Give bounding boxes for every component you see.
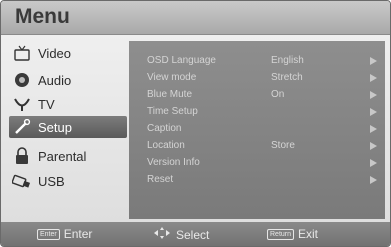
setting-value: English bbox=[271, 55, 304, 66]
sidebar-item-label: Setup bbox=[38, 119, 72, 135]
footer-hints: Enter Enter Select Return Exit bbox=[1, 222, 390, 246]
menu-title: Menu bbox=[15, 5, 70, 28]
setting-label: View mode bbox=[147, 72, 197, 83]
setting-row-caption[interactable]: Caption bbox=[129, 121, 385, 137]
setup-panel: OSD Language English View mode Stretch B… bbox=[129, 41, 385, 219]
setting-row-blue-mute[interactable]: Blue Mute On bbox=[129, 87, 385, 103]
wrench-icon bbox=[12, 118, 32, 136]
setting-value: On bbox=[271, 89, 285, 100]
setting-row-osd-language[interactable]: OSD Language English bbox=[129, 53, 385, 69]
sidebar-item-video[interactable]: Video bbox=[9, 42, 127, 64]
arrow-right-icon bbox=[370, 108, 377, 116]
arrow-right-icon bbox=[370, 125, 377, 133]
setting-row-view-mode[interactable]: View mode Stretch bbox=[129, 70, 385, 86]
arrow-right-icon bbox=[370, 159, 377, 167]
enter-hint: Enter Enter bbox=[37, 227, 92, 241]
setting-row-time-setup[interactable]: Time Setup bbox=[129, 104, 385, 120]
title-bar: Menu bbox=[1, 1, 390, 35]
enter-key-badge: Enter bbox=[37, 228, 60, 240]
select-hint: Select bbox=[153, 227, 209, 242]
menu-window: Menu Video Audio TV Setup Parental USB O… bbox=[0, 0, 391, 247]
exit-hint: Return Exit bbox=[267, 227, 318, 241]
speaker-icon bbox=[12, 71, 32, 89]
setting-row-reset[interactable]: Reset bbox=[129, 172, 385, 188]
setting-label: Time Setup bbox=[147, 106, 198, 117]
sidebar-item-label: Parental bbox=[38, 148, 87, 164]
setting-value: Stretch bbox=[271, 72, 303, 83]
setting-label: OSD Language bbox=[147, 55, 216, 66]
lock-icon bbox=[12, 147, 32, 165]
setting-label: Reset bbox=[147, 174, 174, 185]
sidebar-item-parental[interactable]: Parental bbox=[9, 145, 127, 167]
sidebar-item-audio[interactable]: Audio bbox=[9, 69, 127, 91]
enter-hint-label: Enter bbox=[63, 227, 93, 241]
sidebar-item-label: Audio bbox=[38, 72, 72, 88]
setting-row-location[interactable]: Location Store bbox=[129, 138, 385, 154]
sidebar-item-label: TV bbox=[38, 96, 55, 112]
arrow-right-icon bbox=[370, 57, 377, 65]
arrow-right-icon bbox=[370, 91, 377, 99]
sidebar-item-setup[interactable]: Setup bbox=[9, 116, 127, 138]
arrow-right-icon bbox=[370, 142, 377, 150]
setting-label: Blue Mute bbox=[147, 89, 193, 100]
setting-label: Version Info bbox=[147, 157, 200, 168]
usb-icon bbox=[12, 172, 32, 190]
navigation-arrows-icon bbox=[153, 227, 171, 242]
setting-label: Caption bbox=[147, 123, 182, 134]
tv-icon bbox=[12, 44, 32, 62]
return-key-badge: Return bbox=[267, 228, 295, 240]
sidebar-item-tv[interactable]: TV bbox=[9, 93, 127, 115]
arrow-right-icon bbox=[370, 74, 377, 82]
setting-row-version-info[interactable]: Version Info bbox=[129, 155, 385, 171]
exit-hint-label: Exit bbox=[298, 227, 319, 241]
setting-value: Store bbox=[271, 140, 295, 151]
select-hint-label: Select bbox=[176, 227, 210, 242]
arrow-right-icon bbox=[370, 176, 377, 184]
sidebar-item-usb[interactable]: USB bbox=[9, 170, 127, 192]
sidebar-item-label: USB bbox=[38, 173, 65, 189]
sidebar-item-label: Video bbox=[38, 45, 72, 61]
antenna-icon bbox=[12, 95, 32, 113]
setting-label: Location bbox=[147, 140, 185, 151]
